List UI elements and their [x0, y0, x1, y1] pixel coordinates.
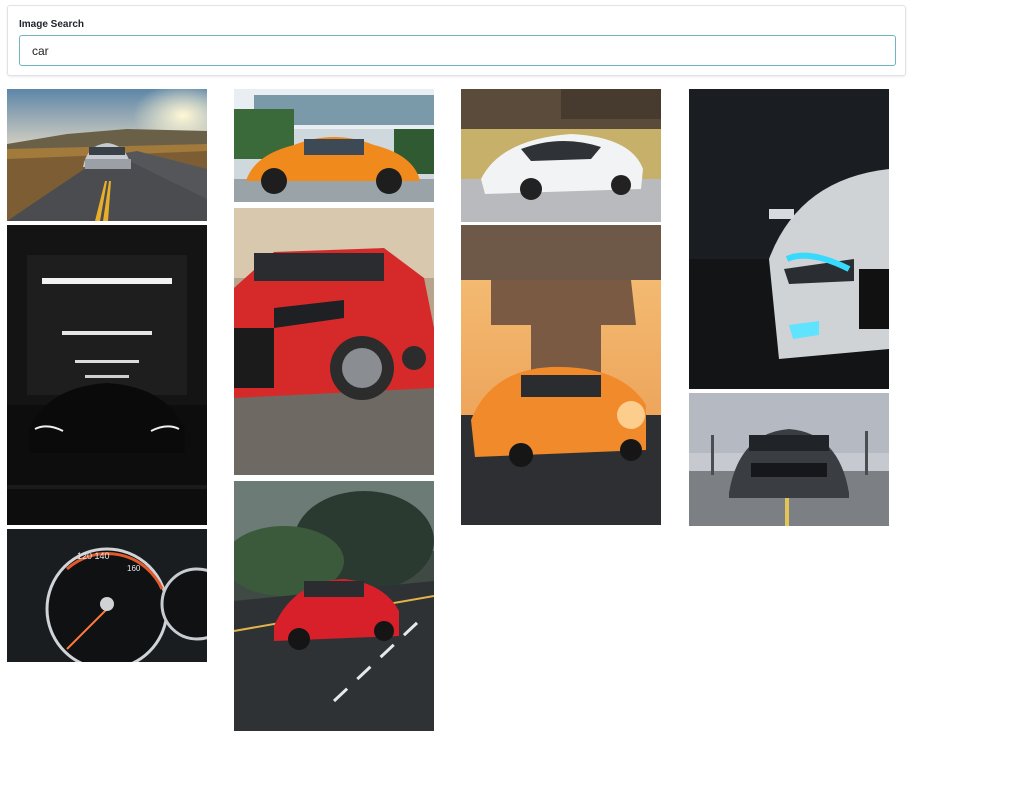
result-image-dark-mustang[interactable]: [689, 393, 889, 526]
white-mclaren-photo: [461, 89, 661, 222]
dark-mustang-photo: [689, 393, 889, 526]
svg-text:160: 160: [127, 564, 141, 573]
search-label: Image Search: [19, 19, 85, 30]
white-audi-blue-lights-photo: [689, 89, 889, 389]
red-hyundai-photo: [234, 208, 434, 475]
result-image-speedometer[interactable]: 120 140 160: [7, 529, 207, 662]
road-sunset-car-photo: [7, 89, 207, 221]
result-image-red-audi-tt[interactable]: [234, 481, 434, 731]
result-image-orange-beetle[interactable]: [234, 89, 434, 202]
orange-beetle-photo: [234, 89, 434, 202]
result-image-red-hyundai[interactable]: [234, 208, 434, 475]
speedometer-photo: 120 140 160: [7, 529, 207, 662]
svg-text:120 140: 120 140: [77, 551, 110, 561]
result-image-garage-audi[interactable]: [7, 225, 207, 525]
orange-audi-bridge-photo: [461, 225, 661, 525]
result-image-white-mclaren[interactable]: [461, 89, 661, 222]
result-image-orange-audi-bridge[interactable]: [461, 225, 661, 525]
result-image-road-sunset-car[interactable]: [7, 89, 207, 221]
red-audi-tt-photo: [234, 481, 434, 731]
garage-audi-photo: [7, 225, 207, 525]
image-search-panel: Image Search: [7, 5, 906, 76]
result-image-white-audi-blue-lights[interactable]: [689, 89, 889, 389]
search-input[interactable]: [19, 35, 896, 66]
